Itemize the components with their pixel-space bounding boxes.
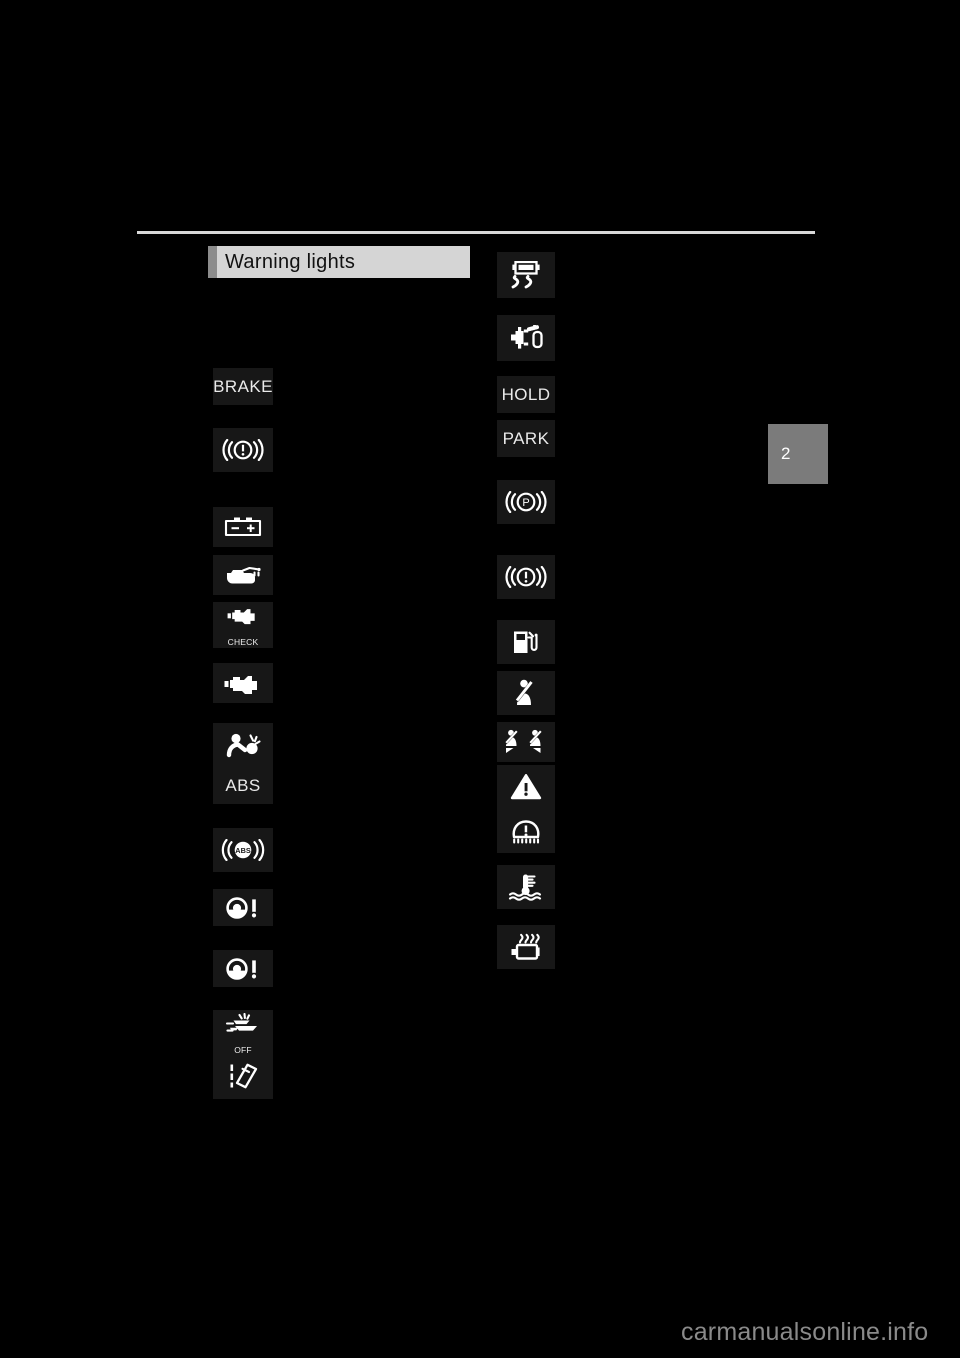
pcs-off-warning-glyph (213, 1013, 273, 1035)
charging-system-warning-icon (213, 507, 273, 547)
parking-brake-warning-icon: P (497, 480, 555, 524)
low-oil-pressure-warning-icon (213, 555, 273, 595)
coolant-temp-warning-icon (497, 865, 555, 909)
manual-page: Warning lights 2 carmanualsonline.info B… (0, 0, 960, 1358)
hold-indicator-label: HOLD (501, 385, 551, 404)
hold-indicator-icon: HOLD (497, 376, 555, 413)
brake-system-warning-icon (213, 428, 273, 472)
master-warning-icon (497, 765, 555, 809)
check-engine-warning-glyph (213, 605, 273, 625)
park-indicator-icon: PARK (497, 420, 555, 457)
pcs-off-warning-icon: OFF (213, 1010, 273, 1056)
tire-pressure-warning-icon (497, 809, 555, 853)
abs-warning-icon: ABS (213, 767, 273, 804)
park-indicator-label: PARK (502, 429, 550, 448)
low-fuel-warning-icon (497, 620, 555, 664)
check-engine-warning-icon: CHECK (213, 602, 273, 648)
header-rule (137, 231, 815, 234)
check-engine-warning-caption: CHECK (227, 636, 259, 647)
parking-assist-warning-icon (497, 315, 555, 361)
power-steering-warning-2-icon (213, 950, 273, 987)
vsc-skid-warning-icon (497, 252, 555, 298)
abs-warning-label: ABS (225, 776, 261, 795)
svg-text:P: P (522, 497, 529, 509)
chapter-number: 2 (781, 444, 791, 463)
hybrid-overheat-warning-icon (497, 925, 555, 969)
section-title-box: Warning lights (208, 246, 470, 278)
brake-text-warning-icon: BRAKE (213, 368, 273, 405)
rear-seatbelt-warning-icon (497, 722, 555, 762)
srs-airbag-warning-icon (213, 723, 273, 767)
watermark: carmanualsonline.info (681, 1318, 929, 1346)
driver-seatbelt-warning-icon (497, 671, 555, 715)
brake-text-warning-label: BRAKE (213, 377, 273, 396)
brake-system-warning-2-icon (497, 555, 555, 599)
malfunction-indicator-icon (213, 663, 273, 703)
power-steering-warning-1-icon (213, 889, 273, 926)
brake-assist-warning-icon: ABS (213, 828, 273, 872)
svg-text:ABS: ABS (235, 846, 251, 855)
section-title-accent (208, 246, 217, 278)
page-title: Warning lights (225, 251, 356, 273)
lane-departure-warning-icon (213, 1053, 273, 1099)
chapter-tab: 2 (768, 424, 828, 484)
